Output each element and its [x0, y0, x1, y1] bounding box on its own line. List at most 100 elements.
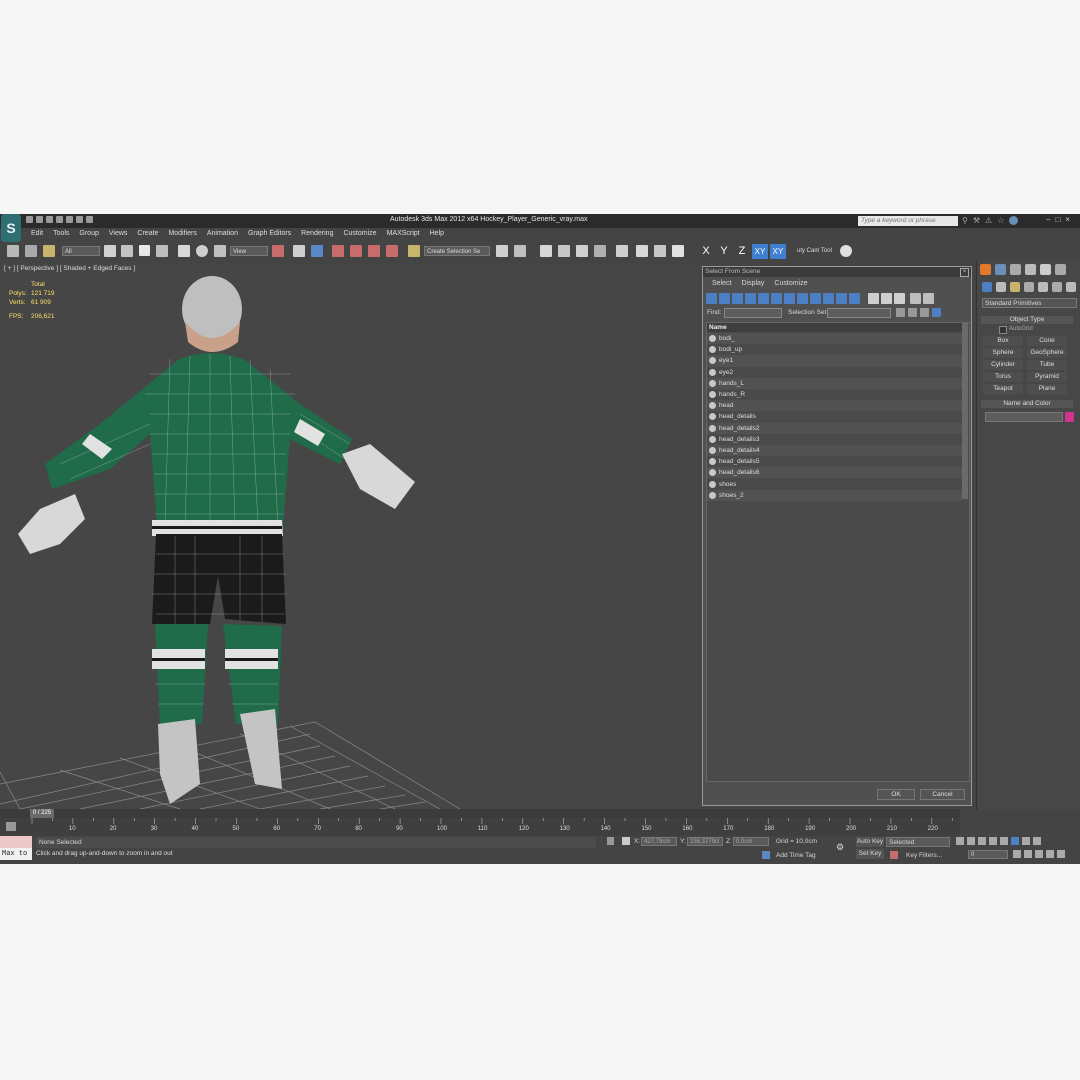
- unlink-icon[interactable]: [25, 245, 37, 257]
- display-containers-icon[interactable]: [823, 293, 834, 304]
- shapes-category-icon[interactable]: [996, 282, 1006, 292]
- cancel-button[interactable]: Cancel: [920, 789, 965, 800]
- spinner-snap-icon[interactable]: [386, 245, 398, 257]
- geometry-category-icon[interactable]: [982, 282, 992, 292]
- maxscript-input-area[interactable]: [0, 836, 32, 848]
- undo-icon[interactable]: [56, 216, 63, 223]
- selection-set-dropdown[interactable]: [827, 308, 891, 318]
- create-tab-icon[interactable]: [980, 264, 991, 275]
- display-xrefs-icon[interactable]: [797, 293, 808, 304]
- list-item[interactable]: shoes: [707, 478, 962, 490]
- menu-animation[interactable]: Animation: [202, 228, 243, 240]
- set-key-icon[interactable]: [890, 851, 898, 859]
- maxscript-listener[interactable]: Max to: [0, 836, 32, 860]
- display-hidden-icon[interactable]: [849, 293, 860, 304]
- helpers-category-icon[interactable]: [1038, 282, 1048, 292]
- named-selection-dropdown[interactable]: Create Selection Se: [424, 246, 490, 256]
- pivot-center-icon[interactable]: [272, 245, 284, 257]
- display-invert-icon[interactable]: [894, 293, 905, 304]
- selection-filter-dropdown[interactable]: All: [62, 246, 100, 256]
- dialog-menu-customize[interactable]: Customize: [769, 279, 812, 289]
- cone-button[interactable]: Cone: [1027, 336, 1067, 346]
- dialog-title[interactable]: Select From Scene: [703, 267, 971, 277]
- tube-button[interactable]: Tube: [1027, 360, 1067, 370]
- help-search-input[interactable]: Type a keyword or phrase: [858, 216, 958, 226]
- move-icon[interactable]: [178, 245, 190, 257]
- menu-edit[interactable]: Edit: [26, 228, 48, 240]
- zoom-icon[interactable]: [1022, 837, 1030, 845]
- add-time-tag-button[interactable]: Add Time Tag: [776, 852, 816, 859]
- utilities-tab-icon[interactable]: [1055, 264, 1066, 275]
- scale-icon[interactable]: [214, 245, 226, 257]
- field-of-view-icon[interactable]: [1024, 850, 1032, 858]
- display-helpers-icon[interactable]: [758, 293, 769, 304]
- list-scrollbar[interactable]: [962, 323, 968, 499]
- menu-customize[interactable]: Customize: [338, 228, 381, 240]
- key-mode-dropdown[interactable]: Selected: [886, 837, 950, 847]
- pan-icon[interactable]: [1035, 850, 1043, 858]
- list-item[interactable]: hands_R: [707, 388, 962, 401]
- selection-set-edit-icon[interactable]: [920, 308, 929, 317]
- go-to-start-icon[interactable]: [956, 837, 964, 845]
- dialog-menu-display[interactable]: Display: [736, 279, 769, 289]
- zoom-all-icon[interactable]: [1033, 837, 1041, 845]
- transform-mode-icon[interactable]: [622, 837, 630, 845]
- auto-key-button[interactable]: Auto Key: [856, 837, 884, 847]
- redo-icon[interactable]: [66, 216, 73, 223]
- axis-xy-plane-button[interactable]: XY: [770, 244, 786, 259]
- cameras-category-icon[interactable]: [1024, 282, 1034, 292]
- geosphere-button[interactable]: GeoSphere: [1027, 348, 1067, 358]
- display-none-icon[interactable]: [881, 293, 892, 304]
- menu-modifiers[interactable]: Modifiers: [163, 228, 201, 240]
- systems-category-icon[interactable]: [1066, 282, 1076, 292]
- link-icon[interactable]: [7, 245, 19, 257]
- axis-xy-button[interactable]: XY: [752, 244, 768, 259]
- menu-rendering[interactable]: Rendering: [296, 228, 338, 240]
- save-file-icon[interactable]: [46, 216, 53, 223]
- primitive-category-dropdown[interactable]: Standard Primitives: [982, 298, 1077, 308]
- search-icon[interactable]: ⚲: [962, 216, 968, 225]
- list-item[interactable]: head_details4: [707, 444, 962, 457]
- window-crossing-icon[interactable]: [156, 245, 168, 257]
- new-file-icon[interactable]: [26, 216, 33, 223]
- next-frame-icon[interactable]: [989, 837, 997, 845]
- set-key-button[interactable]: Set Key: [856, 849, 884, 859]
- camera-tool-icon[interactable]: [840, 245, 852, 257]
- list-item[interactable]: head_details2: [707, 422, 962, 434]
- display-tab-icon[interactable]: [1040, 264, 1051, 275]
- application-menu-button[interactable]: S: [1, 214, 21, 242]
- communication-icon[interactable]: ⚠: [985, 216, 992, 225]
- display-bones-icon[interactable]: [810, 293, 821, 304]
- bind-space-warp-icon[interactable]: [43, 245, 55, 257]
- filter-options-icon[interactable]: [923, 293, 934, 304]
- rendered-frame-window-icon[interactable]: [654, 245, 666, 257]
- ok-button[interactable]: OK: [877, 789, 915, 800]
- lock-selection-icon[interactable]: [607, 837, 614, 845]
- display-cameras-icon[interactable]: [745, 293, 756, 304]
- display-groups-icon[interactable]: [784, 293, 795, 304]
- axis-y-button[interactable]: Y: [716, 244, 732, 259]
- selection-set-options-icon[interactable]: [932, 308, 941, 317]
- modify-tab-icon[interactable]: [995, 264, 1006, 275]
- close-icon[interactable]: ×: [1065, 215, 1075, 224]
- motion-tab-icon[interactable]: [1025, 264, 1036, 275]
- dialog-menu-select[interactable]: Select: [707, 279, 736, 289]
- sphere-button[interactable]: Sphere: [983, 348, 1023, 358]
- schematic-view-icon[interactable]: [594, 245, 606, 257]
- scene-object-list[interactable]: Name bodi_ bodi_up eye1 eye2 hands_L han…: [706, 322, 970, 782]
- selection-set-remove-icon[interactable]: [908, 308, 917, 317]
- keyboard-shortcut-toggle-icon[interactable]: [311, 245, 323, 257]
- go-to-end-icon[interactable]: [1000, 837, 1008, 845]
- torus-button[interactable]: Torus: [983, 372, 1023, 382]
- close-icon[interactable]: ×: [960, 268, 969, 277]
- time-tag-icon[interactable]: [762, 851, 770, 859]
- render-production-icon[interactable]: [672, 245, 684, 257]
- play-icon[interactable]: [978, 837, 986, 845]
- help-icon[interactable]: [1009, 216, 1019, 225]
- display-geometry-icon[interactable]: [706, 293, 717, 304]
- teapot-button[interactable]: Teapot: [983, 384, 1023, 394]
- column-header-name[interactable]: Name: [707, 323, 962, 332]
- maximize-viewport-icon[interactable]: [1057, 850, 1065, 858]
- rotate-icon[interactable]: [196, 245, 208, 257]
- current-frame-field[interactable]: 0: [968, 850, 1008, 859]
